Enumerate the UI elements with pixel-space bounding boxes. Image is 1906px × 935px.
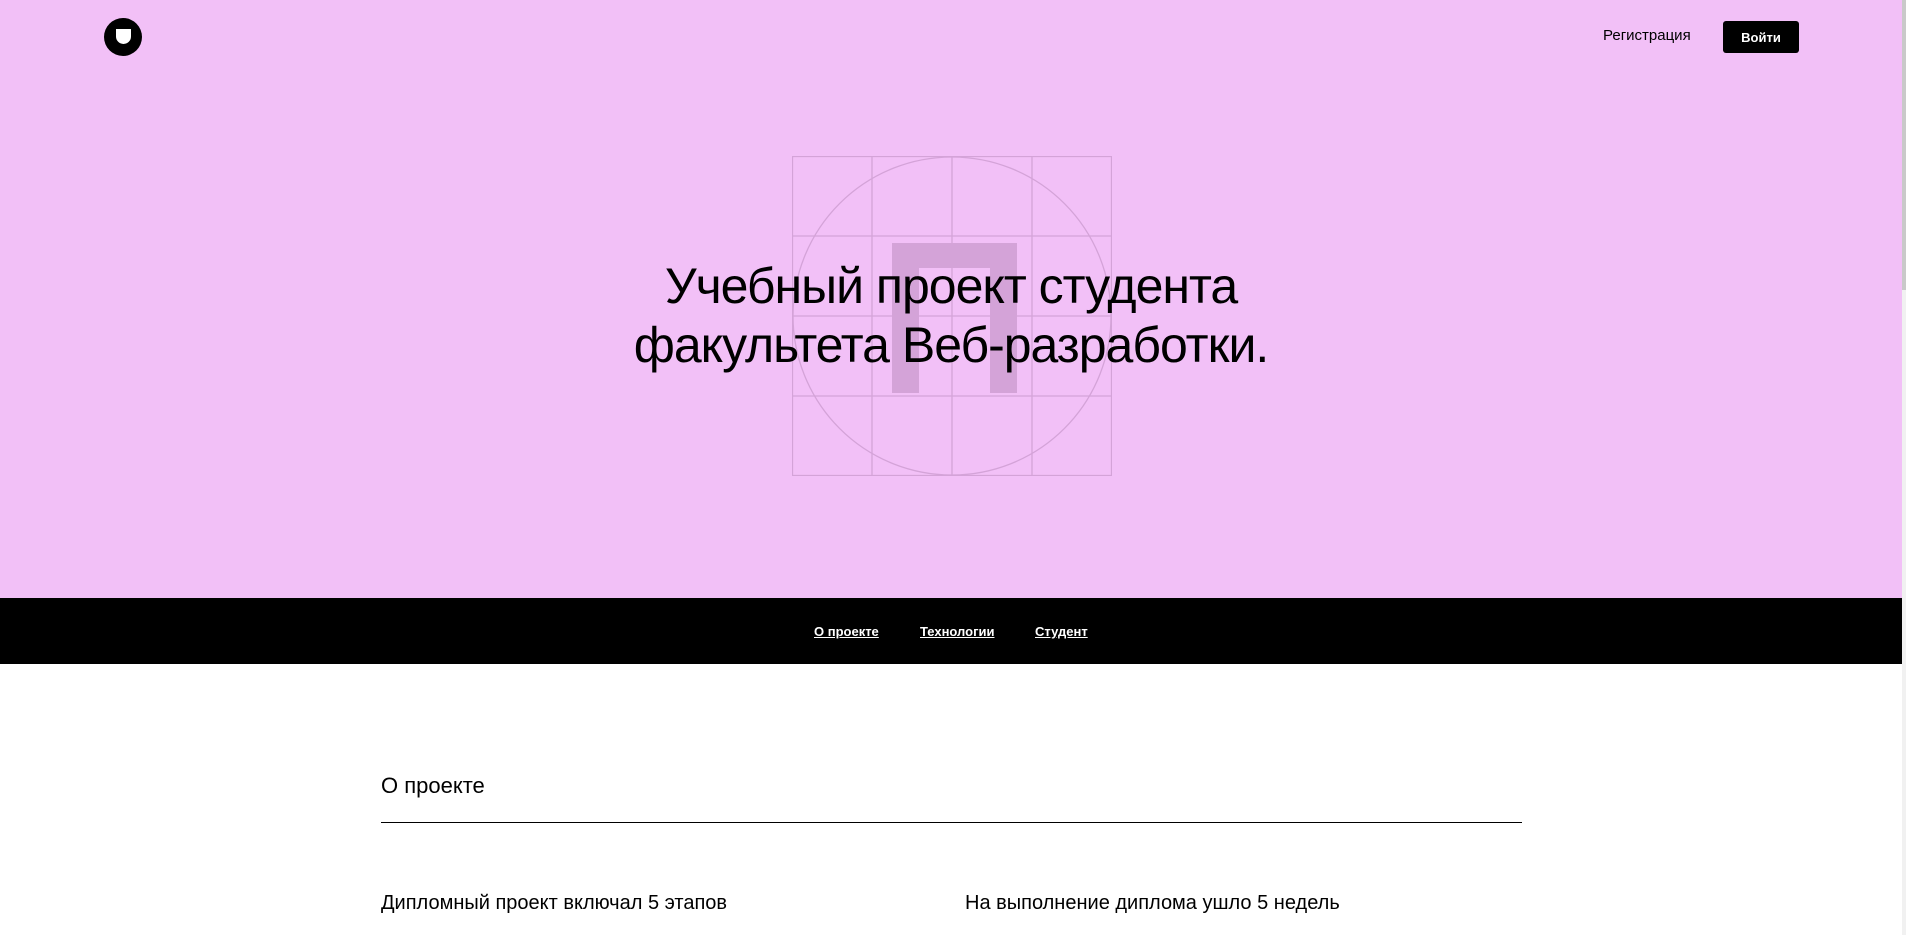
anchor-link-technologies[interactable]: Технологии — [920, 624, 994, 639]
scrollbar-thumb[interactable] — [1902, 0, 1906, 290]
fact-stages: Дипломный проект включал 5 этапов — [381, 892, 728, 914]
anchor-link-student[interactable]: Студент — [1035, 624, 1088, 639]
logo-icon[interactable] — [104, 18, 142, 56]
fact-duration: На выполнение диплома ушло 5 недель — [965, 892, 1340, 914]
logo-mark — [116, 29, 131, 44]
login-button[interactable]: Войти — [1723, 21, 1799, 53]
section-divider — [381, 822, 1522, 823]
hero-section: Регистрация Войти Учебный проект студент… — [0, 0, 1902, 598]
about-section-title: О проекте — [381, 773, 485, 798]
hero-title: Учебный проект студента факультета Веб-р… — [633, 258, 1270, 373]
anchor-link-about[interactable]: О проекте — [814, 624, 879, 639]
vertical-scrollbar[interactable] — [1902, 0, 1906, 935]
page: Регистрация Войти Учебный проект студент… — [0, 0, 1906, 935]
anchor-nav: О проекте Технологии Студент — [0, 598, 1902, 664]
register-link[interactable]: Регистрация — [1603, 27, 1691, 44]
